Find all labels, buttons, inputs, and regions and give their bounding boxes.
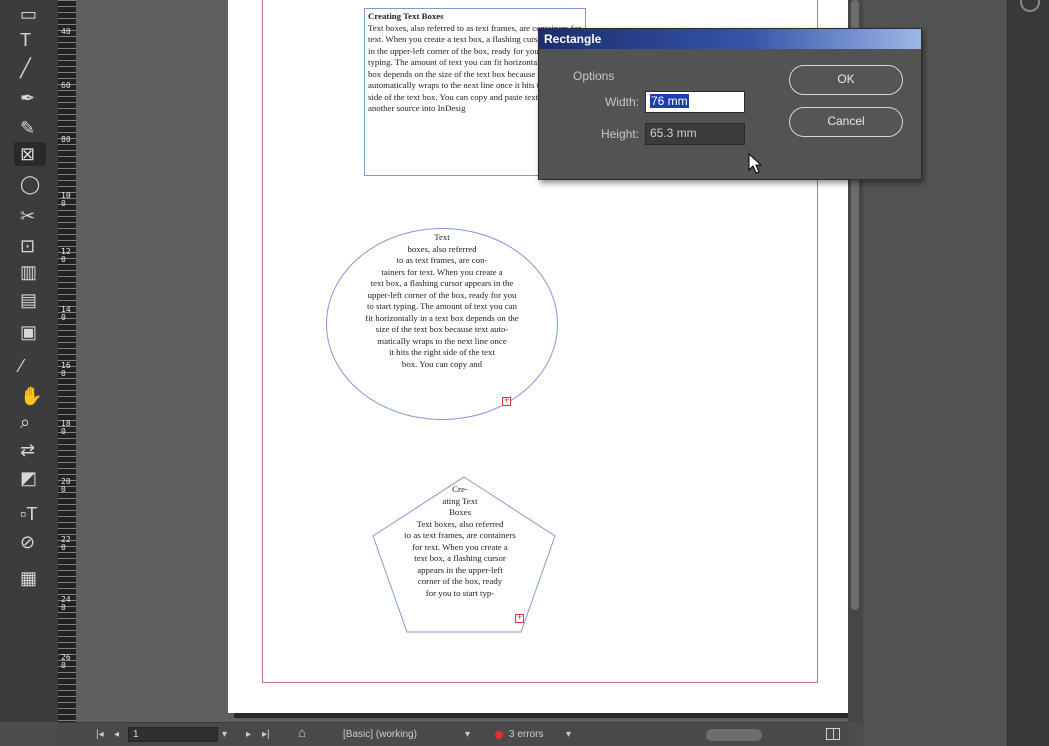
frame-text-line: for you to start typ- <box>425 587 495 598</box>
ruler-label: 60 <box>61 81 71 90</box>
overset-text-icon[interactable] <box>502 395 511 406</box>
hand-tool-icon[interactable]: ✋ <box>14 384 46 408</box>
zoom-tool-icon[interactable]: ⌕ <box>14 410 46 434</box>
width-label: Width: <box>604 95 639 109</box>
page-number-field[interactable]: 1 <box>128 727 218 742</box>
width-value: 76 mm <box>650 94 689 108</box>
ruler-label: 220 <box>61 535 71 552</box>
panel-dock <box>1007 0 1049 746</box>
frame-text-line: size of the text box because text auto- <box>375 324 509 334</box>
frame-text-line: Text <box>434 232 450 242</box>
page-dropdown-icon[interactable]: ▾ <box>222 728 227 742</box>
cancel-button[interactable]: Cancel <box>789 107 903 137</box>
frame-text-line: text box, a flashing cursor <box>414 553 506 563</box>
frame-text-line: appears in the upper-left <box>417 564 503 575</box>
frame-text-line: tainers for text. When you create a <box>381 266 503 277</box>
indesign-window: ▭ T ╱ ✒ ✎ ⊠ ◯ ✂ ⊡ ▥ ▤ ▣ ⁄ ✋ ⌕ ⇄ ◩ ▫T ⊘ ▦ 40 60 80 100 120 140 160… <box>0 0 1049 746</box>
frame-text-line: ating Text <box>442 495 478 506</box>
error-indicator-icon <box>495 731 503 739</box>
preflight-profile[interactable]: [Basic] (working) <box>343 728 417 742</box>
width-input[interactable]: 76 mm <box>645 91 745 113</box>
frame-text-line: box. You can copy and <box>401 358 483 369</box>
ruler-label: 260 <box>61 653 71 670</box>
ruler-label: 180 <box>61 419 71 436</box>
frame-text-line: matically wraps to the next line once <box>377 335 507 346</box>
horizontal-scrollbar-thumb[interactable] <box>706 729 762 741</box>
rectangle-dialog: Rectangle Options Width: 76 mm Height: 6… <box>538 28 922 180</box>
ruler-label: 140 <box>61 305 71 322</box>
formatting-container-icon[interactable]: ▫T <box>14 502 46 526</box>
vertical-ruler[interactable]: 40 60 80 100 120 140 160 180 200 220 240 260 <box>58 0 76 722</box>
line-tool-icon[interactable]: ╱ <box>14 56 46 80</box>
frame-icon[interactable]: ▭ <box>14 2 46 26</box>
dialog-title: Rectangle <box>539 29 921 49</box>
error-count[interactable]: 3 errors <box>509 728 543 742</box>
polygon-frame-text: Cre-ating Text Boxes Text boxes, also refe… <box>372 484 548 599</box>
note-tool-icon[interactable]: ▣ <box>14 320 46 344</box>
frame-heading: Creating Text Boxes <box>368 11 444 21</box>
screen-mode-icon[interactable]: ▦ <box>14 566 46 590</box>
ellipse-frame-text: Text boxes, also referred to as text frame… <box>324 232 560 370</box>
frame-text-line: upper-left corner of the box, ready for … <box>367 289 517 300</box>
gradient-swatch-tool-icon[interactable]: ▥ <box>14 260 46 284</box>
split-view-icon[interactable] <box>826 728 840 740</box>
tools-panel: ▭ T ╱ ✒ ✎ ⊠ ◯ ✂ ⊡ ▥ ▤ ▣ ⁄ ✋ ⌕ ⇄ ◩ ▫T ⊘ ▦ <box>0 0 58 722</box>
frame-text-line: Text boxes, also referred <box>416 518 504 529</box>
last-page-button[interactable]: ▸| <box>262 728 270 742</box>
frame-text-line: corner of the box, ready <box>417 576 503 586</box>
ok-button[interactable]: OK <box>789 65 903 95</box>
frame-text-line: Boxes <box>449 507 471 517</box>
rectangle-frame-tool-icon[interactable]: ⊠ <box>14 142 46 166</box>
fill-stroke-icon[interactable]: ◩ <box>14 466 46 490</box>
profile-dropdown-icon[interactable]: ▾ <box>465 728 470 742</box>
frame-text-line: to as text frames, are containers <box>404 530 516 540</box>
panel-icon[interactable] <box>1020 0 1040 12</box>
errors-dropdown-icon[interactable]: ▾ <box>566 728 571 742</box>
mouse-cursor-icon <box>748 153 762 174</box>
apply-none-icon[interactable]: ⊘ <box>14 530 46 554</box>
type-tool-icon[interactable]: T <box>14 28 46 52</box>
open-preflight-icon[interactable]: ⌂ <box>298 726 306 740</box>
ruler-label: 240 <box>61 595 71 612</box>
frame-text-line: it hits the right side of the text <box>389 347 495 357</box>
status-bar: |◂ ◂ 1 ▾ ▸ ▸| ⌂ [Basic] (working) ▾ 3 er… <box>58 722 848 746</box>
ruler-label: 40 <box>61 27 71 36</box>
swap-colors-icon[interactable]: ⇄ <box>14 438 46 462</box>
ruler-label: 80 <box>61 135 71 144</box>
ruler-label: 160 <box>61 361 71 378</box>
overset-text-icon[interactable] <box>515 612 524 623</box>
next-page-button[interactable]: ▸ <box>246 728 251 742</box>
ellipse-tool-icon[interactable]: ◯ <box>14 172 46 196</box>
frame-text-line: for text. When you create a <box>412 541 508 552</box>
options-label: Options <box>573 69 615 83</box>
frame-text-line: to start typing. The amount of text you … <box>366 301 518 311</box>
previous-page-button[interactable]: ◂ <box>114 728 119 742</box>
frame-text-line: text box, a flashing cursor appears in t… <box>370 278 514 288</box>
frame-text-line: Cre- <box>452 484 468 494</box>
free-transform-tool-icon[interactable]: ⊡ <box>14 234 46 258</box>
height-input[interactable]: 65.3 mm <box>645 123 745 145</box>
first-page-button[interactable]: |◂ <box>96 728 104 742</box>
pencil-tool-icon[interactable]: ✎ <box>14 116 46 140</box>
gradient-feather-tool-icon[interactable]: ▤ <box>14 288 46 312</box>
frame-text-line: to as text frames, are con- <box>396 255 488 265</box>
eyedropper-tool-icon[interactable]: ⁄ <box>14 354 46 378</box>
pen-tool-icon[interactable]: ✒ <box>14 86 46 110</box>
height-label: Height: <box>600 127 639 141</box>
frame-text-line: fit horizontally in a text box depends o… <box>365 312 519 323</box>
scissors-tool-icon[interactable]: ✂ <box>14 204 46 228</box>
ruler-label: 200 <box>61 477 71 494</box>
frame-text-line: boxes, also referred <box>407 243 477 254</box>
ruler-label: 100 <box>61 191 71 208</box>
ruler-label: 120 <box>61 247 71 264</box>
